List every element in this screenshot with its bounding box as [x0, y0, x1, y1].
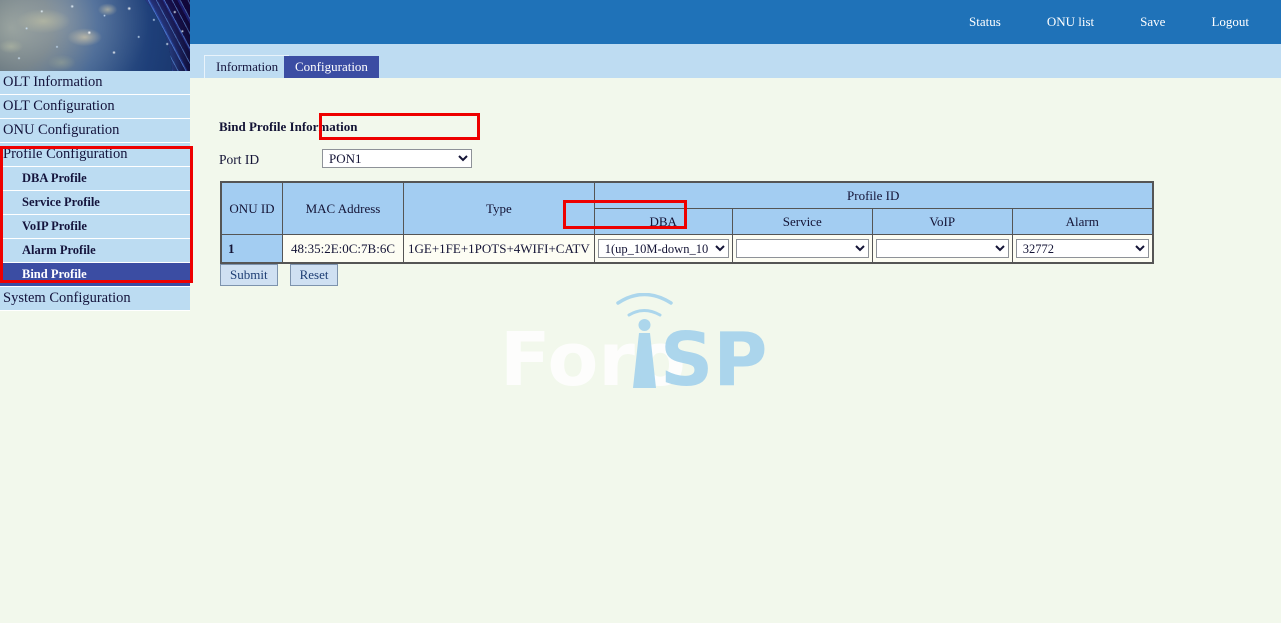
svg-text:Foro: Foro	[500, 317, 686, 403]
nav-status[interactable]: Status	[961, 14, 1009, 30]
tab-information[interactable]: Information	[204, 55, 289, 78]
tab-configuration[interactable]: Configuration	[284, 56, 379, 78]
col-header-service: Service	[732, 209, 872, 235]
cell-type: 1GE+1FE+1POTS+4WIFI+CATV	[404, 235, 595, 264]
sidebar-item-system-configuration[interactable]: System Configuration	[0, 287, 190, 311]
nav-logout[interactable]: Logout	[1203, 14, 1257, 30]
port-id-select[interactable]: PON1	[322, 149, 472, 168]
col-header-onu-id: ONU ID	[221, 182, 283, 235]
col-header-type: Type	[404, 182, 595, 235]
sidebar-menu: OLT Information OLT Configuration ONU Co…	[0, 71, 190, 311]
table-row: 1 48:35:2E:0C:7B:6C 1GE+1FE+1POTS+4WIFI+…	[221, 235, 1153, 264]
sidebar-item-dba-profile[interactable]: DBA Profile	[0, 167, 190, 191]
top-navigation: Status ONU list Save Logout	[961, 0, 1281, 44]
reset-button[interactable]: Reset	[290, 264, 339, 286]
globe-fiber-banner-image	[0, 0, 190, 71]
col-header-mac-address: MAC Address	[283, 182, 404, 235]
table-header-row-1: ONU ID MAC Address Type Profile ID	[221, 182, 1153, 209]
nav-onu-list[interactable]: ONU list	[1039, 14, 1102, 30]
table-body: 1 48:35:2E:0C:7B:6C 1GE+1FE+1POTS+4WIFI+…	[221, 235, 1153, 264]
table-head: ONU ID MAC Address Type Profile ID DBA S…	[221, 182, 1153, 235]
cell-onu-id: 1	[221, 235, 283, 264]
olt-web-management-page: Status ONU list Save Logout OLT Informat…	[0, 0, 1281, 623]
page-title: Bind Profile Information	[219, 119, 357, 135]
voip-profile-select[interactable]	[876, 239, 1009, 258]
light-sparks-decoration	[0, 0, 190, 71]
svg-text:SP: SP	[660, 317, 768, 403]
tab-bar: Information Configuration	[190, 44, 1281, 78]
form-buttons: Submit Reset	[220, 264, 338, 286]
sidebar-item-onu-configuration[interactable]: ONU Configuration	[0, 119, 190, 143]
top-header-bar: Status ONU list Save Logout	[190, 0, 1281, 44]
bind-profile-panel: Foro SP Bind Profile Information Port ID…	[190, 78, 1281, 623]
alarm-profile-select[interactable]: 32772	[1016, 239, 1149, 258]
sidebar-item-olt-information[interactable]: OLT Information	[0, 71, 190, 95]
col-header-dba: DBA	[594, 209, 732, 235]
nav-save[interactable]: Save	[1132, 14, 1173, 30]
bind-profile-table: ONU ID MAC Address Type Profile ID DBA S…	[220, 181, 1154, 264]
cell-alarm: 32772	[1012, 235, 1153, 264]
sidebar-item-olt-configuration[interactable]: OLT Configuration	[0, 95, 190, 119]
dba-profile-select[interactable]: 1(up_10M-down_10	[598, 239, 729, 258]
content-area: Information Configuration Foro SP	[190, 44, 1281, 623]
sidebar-item-voip-profile[interactable]: VoIP Profile	[0, 215, 190, 239]
cell-mac-address: 48:35:2E:0C:7B:6C	[283, 235, 404, 264]
cell-service	[732, 235, 872, 264]
col-header-profile-id-group: Profile ID	[594, 182, 1153, 209]
sidebar-item-bind-profile[interactable]: Bind Profile	[0, 263, 190, 287]
cell-voip	[872, 235, 1012, 264]
port-id-label: Port ID	[219, 152, 259, 168]
sidebar-item-service-profile[interactable]: Service Profile	[0, 191, 190, 215]
sidebar-item-alarm-profile[interactable]: Alarm Profile	[0, 239, 190, 263]
col-header-voip: VoIP	[872, 209, 1012, 235]
col-header-alarm: Alarm	[1012, 209, 1153, 235]
submit-button[interactable]: Submit	[220, 264, 278, 286]
sidebar-item-profile-configuration[interactable]: Profile Configuration	[0, 143, 190, 167]
cell-dba: 1(up_10M-down_10	[594, 235, 732, 264]
service-profile-select[interactable]	[736, 239, 869, 258]
foroisp-watermark-logo: Foro SP	[500, 293, 800, 423]
